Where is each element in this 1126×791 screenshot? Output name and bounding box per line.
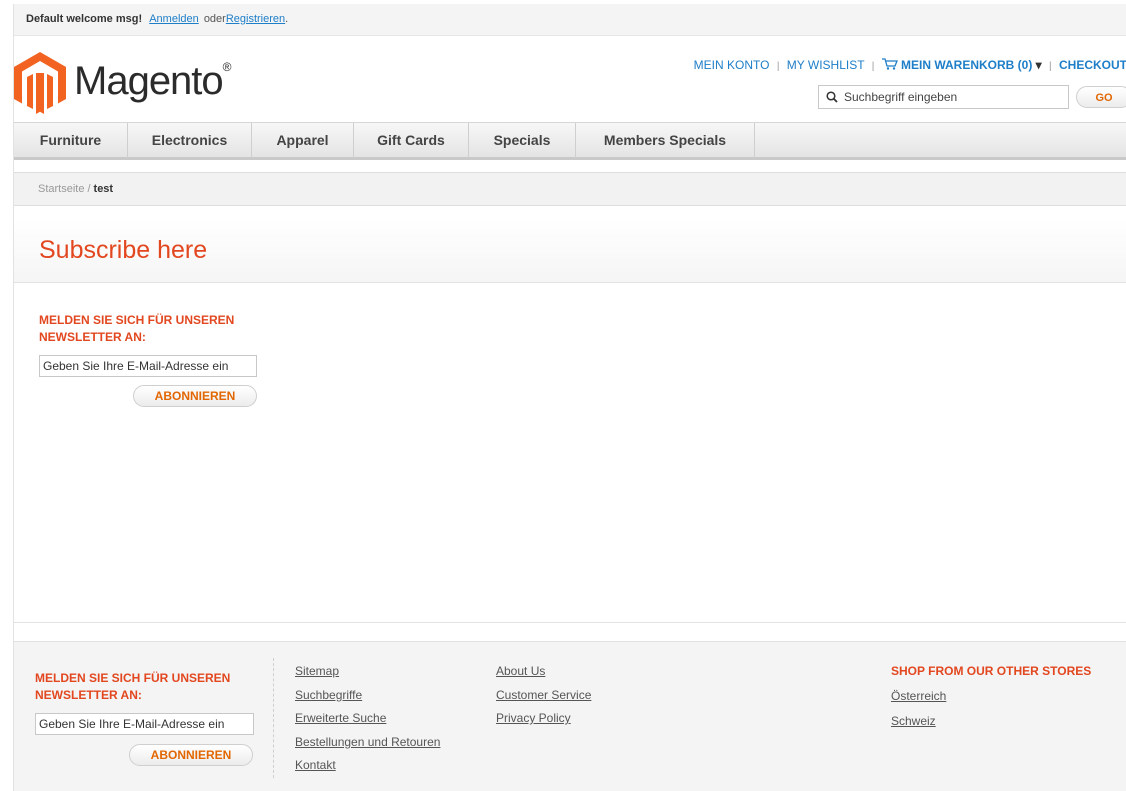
or-text: oder: [203, 13, 226, 25]
wishlist-link[interactable]: MY WISHLIST: [787, 58, 865, 72]
my-account-link[interactable]: MEIN KONTO: [694, 58, 770, 72]
nav-item-apparel[interactable]: Apparel: [252, 123, 354, 158]
newsletter-subscribe-button[interactable]: ABONNIEREN: [133, 385, 257, 407]
page-title-box: Subscribe here: [14, 219, 1126, 283]
newsletter-title-line1: MELDEN SIE SICH FÜR UNSEREN: [39, 313, 235, 327]
breadcrumb-separator: /: [87, 183, 91, 195]
newsletter-title-line2: NEWSLETTER AN:: [39, 330, 146, 344]
footer-link-customer-service[interactable]: Customer Service: [496, 688, 591, 702]
welcome-bar: Default welcome msg! Anmelden oderRegist…: [14, 4, 1126, 36]
cart-icon: [881, 58, 898, 73]
breadcrumb-home[interactable]: Startseite: [38, 183, 84, 195]
logo-text: Magento®: [74, 58, 232, 103]
search-input[interactable]: [844, 90, 1054, 104]
page-title: Subscribe here: [39, 236, 208, 264]
link-separator: |: [1049, 61, 1052, 72]
chevron-down-icon: ▾: [1035, 58, 1042, 72]
store-link-switzerland[interactable]: Schweiz: [891, 714, 936, 728]
nav-item-furniture[interactable]: Furniture: [14, 123, 128, 158]
nav-item-electronics[interactable]: Electronics: [128, 123, 252, 158]
nav-item-gift-cards[interactable]: Gift Cards: [354, 123, 469, 158]
footer-link-contact[interactable]: Kontakt: [295, 758, 336, 772]
breadcrumb: Startseite / test: [14, 172, 1126, 206]
cart-link[interactable]: MEIN WARENKORB (0) ▾: [881, 58, 1045, 73]
footer-link-privacy-policy[interactable]: Privacy Policy: [496, 711, 571, 725]
link-separator: |: [776, 61, 780, 72]
footer-link-about-us[interactable]: About Us: [496, 664, 545, 678]
magento-logo-icon: [14, 51, 66, 119]
search-go-button[interactable]: GO: [1076, 86, 1126, 108]
login-link[interactable]: Anmelden: [149, 13, 199, 25]
newsletter-email-input[interactable]: [39, 355, 257, 377]
search-box: [818, 85, 1069, 109]
footer-link-advanced-search[interactable]: Erweiterte Suche: [295, 711, 386, 725]
footer-link-sitemap[interactable]: Sitemap: [295, 664, 339, 678]
content-divider: [14, 622, 1126, 623]
other-stores-title: SHOP FROM OUR OTHER STORES: [891, 664, 1092, 678]
cart-label: MEIN WARENKORB (0): [900, 58, 1033, 72]
nav-item-specials[interactable]: Specials: [469, 123, 576, 158]
main-nav: Furniture Electronics Apparel Gift Cards…: [14, 122, 1126, 160]
footer: MELDEN SIE SICH FÜR UNSEREN NEWSLETTER A…: [14, 641, 1126, 791]
footer-link-orders-returns[interactable]: Bestellungen und Retouren: [295, 735, 440, 749]
search-icon: [826, 91, 838, 103]
checkout-link[interactable]: CHECKOUT: [1059, 58, 1126, 72]
footer-newsletter-email-input[interactable]: [35, 713, 254, 735]
period-text: .: [285, 13, 289, 25]
logo[interactable]: Magento®: [14, 51, 232, 119]
footer-link-search-terms[interactable]: Suchbegriffe: [295, 688, 362, 702]
footer-newsletter-subscribe-button[interactable]: ABONNIEREN: [129, 744, 253, 766]
page-frame: Default welcome msg! Anmelden oderRegist…: [13, 4, 1126, 791]
nav-item-members-specials[interactable]: Members Specials: [576, 123, 755, 158]
footer-divider: [273, 658, 274, 778]
link-separator: |: [871, 61, 875, 72]
footer-newsletter-title-line2: NEWSLETTER AN:: [35, 688, 142, 702]
register-link[interactable]: Registrieren: [226, 13, 285, 25]
top-links: MEIN KONTO | MY WISHLIST | MEIN WARENKOR…: [694, 58, 1126, 73]
welcome-message: Default welcome msg!: [26, 13, 143, 25]
footer-newsletter-title: MELDEN SIE SICH FÜR UNSEREN NEWSLETTER A…: [35, 670, 230, 704]
breadcrumb-current: test: [93, 183, 114, 195]
footer-newsletter-title-line1: MELDEN SIE SICH FÜR UNSEREN: [35, 671, 231, 685]
store-link-austria[interactable]: Österreich: [891, 689, 946, 703]
registered-mark: ®: [222, 60, 232, 75]
newsletter-title: MELDEN SIE SICH FÜR UNSEREN NEWSLETTER A…: [39, 312, 234, 346]
